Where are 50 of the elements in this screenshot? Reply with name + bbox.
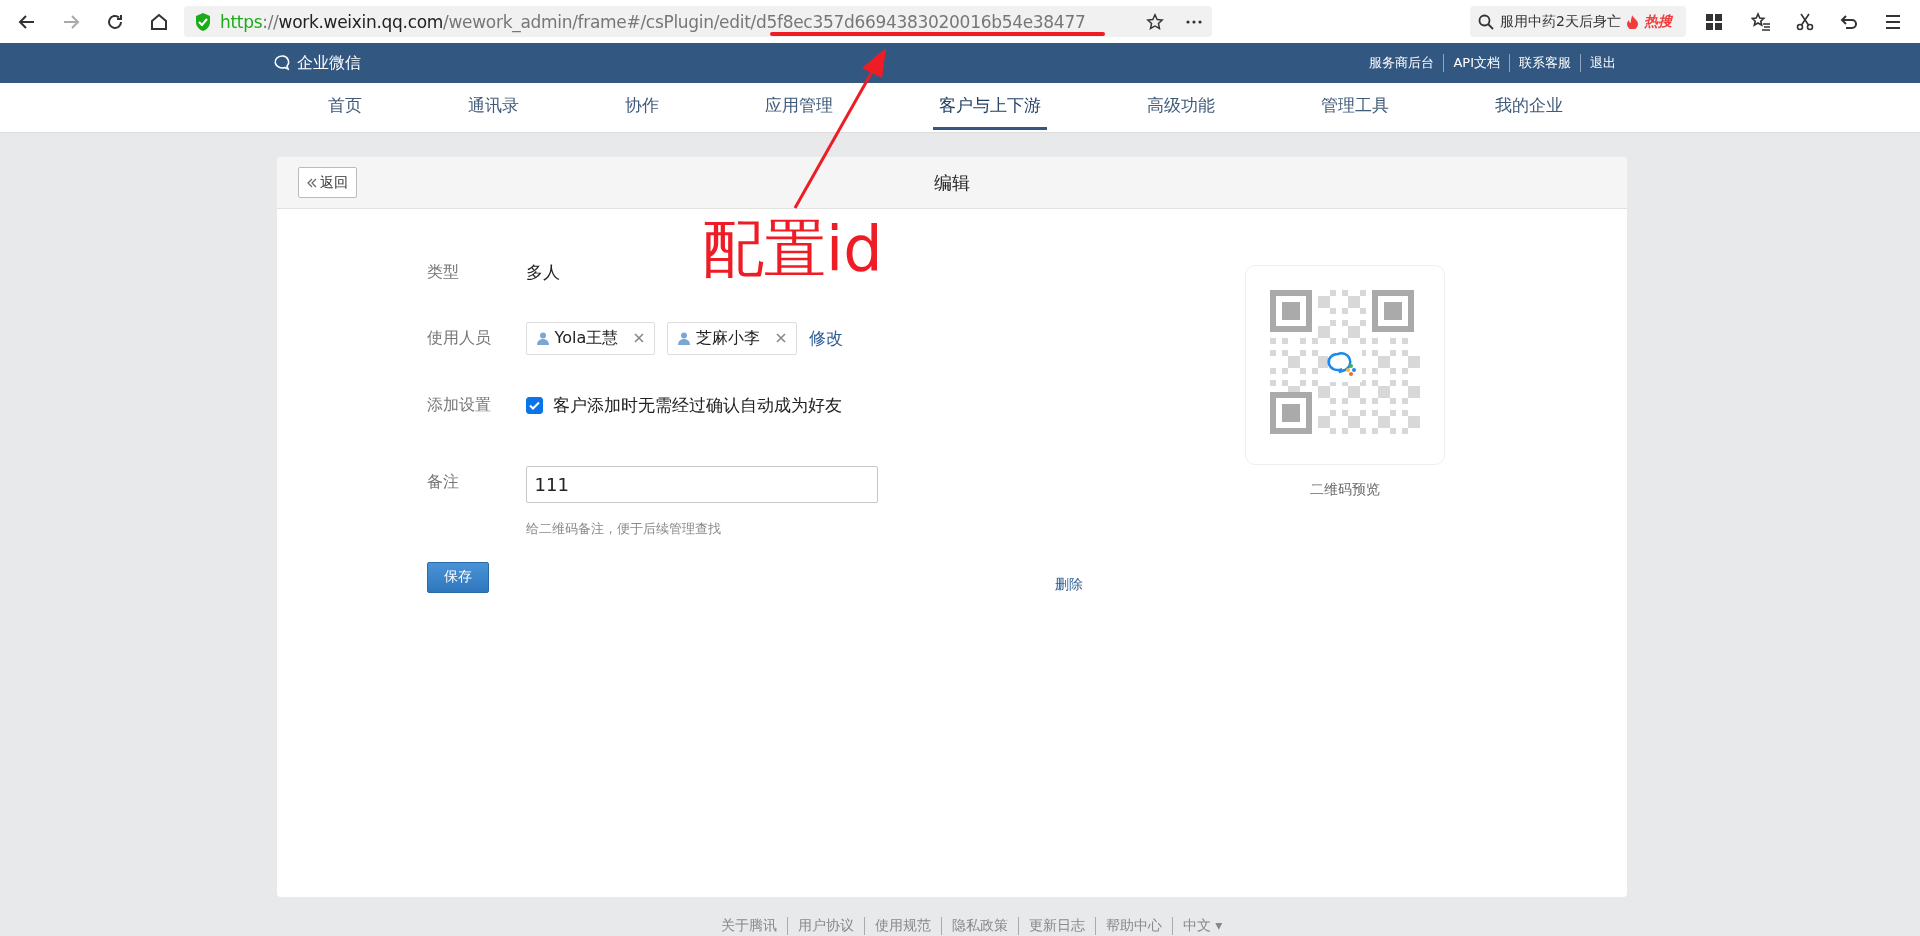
double-chevron-icon xyxy=(306,177,317,188)
member-name: Yola王慧 xyxy=(554,327,619,349)
nav-tab[interactable]: 协作 xyxy=(619,83,665,130)
nav-tab[interactable]: 首页 xyxy=(322,83,368,130)
star-list-icon[interactable] xyxy=(1751,11,1771,32)
header-link[interactable]: API文档 xyxy=(1443,54,1509,72)
logo-text: 企业微信 xyxy=(297,52,361,74)
checkbox[interactable] xyxy=(525,396,543,414)
nav-tab[interactable]: 我的企业 xyxy=(1489,83,1569,130)
qr-caption: 二维码预览 xyxy=(1309,481,1380,499)
nav-tab[interactable]: 客户与上下游 xyxy=(933,83,1047,130)
delete-link[interactable]: 删除 xyxy=(1054,576,1083,594)
person-icon xyxy=(678,331,691,345)
address-bar[interactable]: https://work.weixin.qq.com/wework_admin/frame#/csPlugin/edit/d5f8ec357d6694383020016b54e38477 xyxy=(184,6,1212,37)
back-button[interactable]: 返回 xyxy=(297,167,357,198)
field-label: 备注 xyxy=(426,472,460,493)
nav-tab[interactable]: 应用管理 xyxy=(759,83,839,130)
checkbox-label: 客户添加时无需经过确认自动成为好友 xyxy=(552,393,842,417)
url-text: https://work.weixin.qq.com/wework_admin/frame#/csPlugin/edit/d5f8ec357d6694383020016b54e38477 xyxy=(220,11,1086,32)
field-label: 添加设置 xyxy=(426,394,492,416)
annotation-label: 配置id xyxy=(702,218,883,280)
shield-icon xyxy=(194,11,212,32)
scissors-icon[interactable] xyxy=(1795,11,1815,32)
nav-tab[interactable]: 通讯录 xyxy=(462,83,525,130)
search-field[interactable]: 服用中药2天后身亡 热搜 xyxy=(1470,6,1686,37)
home-icon[interactable] xyxy=(149,11,169,32)
save-button[interactable]: 保存 xyxy=(426,561,489,593)
checkmark-icon xyxy=(528,400,540,410)
card-title: 编辑 xyxy=(933,170,970,195)
header-link[interactable]: 服务商后台 xyxy=(1360,54,1444,72)
header-link[interactable]: 退出 xyxy=(1580,54,1625,72)
edit-link[interactable]: 修改 xyxy=(809,326,844,350)
close-icon[interactable] xyxy=(776,333,787,343)
header-link[interactable]: 联系客服 xyxy=(1509,54,1580,72)
field-label: 使用人员 xyxy=(426,327,492,349)
member-name: 芝麻小李 xyxy=(696,327,761,349)
search-text: 服用中药2天后身亡 xyxy=(1500,12,1621,31)
field-label: 类型 xyxy=(426,262,460,283)
nav-tab[interactable]: 高级功能 xyxy=(1141,83,1221,130)
person-icon xyxy=(536,331,549,345)
note-hint: 给二维码备注，便于后续管理查找 xyxy=(525,520,722,538)
more-icon[interactable] xyxy=(1186,19,1202,24)
grid-icon[interactable] xyxy=(1706,13,1722,30)
nav-tab[interactable]: 管理工具 xyxy=(1315,83,1395,130)
star-icon[interactable] xyxy=(1146,12,1164,31)
note-input-field[interactable]: 111 xyxy=(525,466,878,503)
type-value: 多人 xyxy=(525,261,560,284)
close-icon[interactable] xyxy=(634,333,645,343)
search-icon xyxy=(1478,13,1494,30)
flame-icon xyxy=(1626,14,1638,29)
